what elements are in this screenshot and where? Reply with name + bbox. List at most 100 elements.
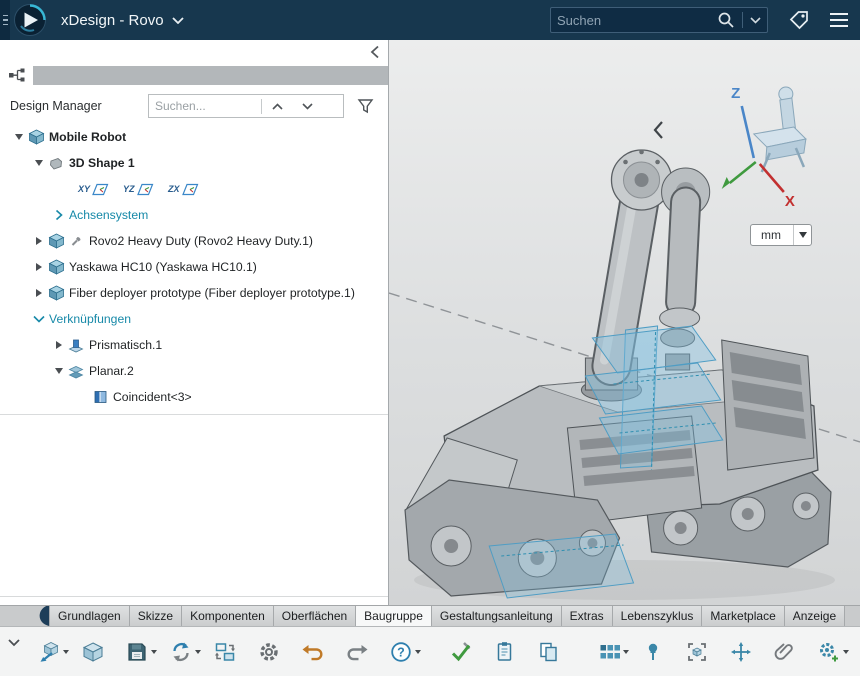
tab-anzeige[interactable]: Anzeige bbox=[785, 606, 845, 626]
tree-item-label: Fiber deployer prototype (Fiber deployer… bbox=[69, 286, 355, 300]
search-icon[interactable] bbox=[717, 11, 735, 29]
tree-item-label: Mobile Robot bbox=[49, 130, 126, 144]
replace-component-button[interactable] bbox=[206, 632, 244, 672]
new-component-button[interactable] bbox=[74, 632, 112, 672]
plane-zx[interactable]: ZX bbox=[168, 183, 213, 196]
undo-button[interactable] bbox=[294, 632, 332, 672]
tab-baugruppe[interactable]: Baugruppe bbox=[356, 606, 432, 626]
component-cube-icon bbox=[81, 640, 105, 664]
plane-yz[interactable]: YZ bbox=[123, 183, 168, 196]
copy-button[interactable] bbox=[530, 632, 568, 672]
product-icon bbox=[46, 233, 66, 249]
tree-item-3d-shape[interactable]: 3D Shape 1 bbox=[0, 150, 388, 176]
help-icon: ? bbox=[389, 640, 413, 664]
plane-xy[interactable]: XY bbox=[78, 183, 123, 196]
tree-item-mobile-robot[interactable]: Mobile Robot bbox=[0, 124, 388, 150]
settings-button[interactable] bbox=[250, 632, 288, 672]
tab-marketplace[interactable]: Marketplace bbox=[702, 606, 784, 626]
tree-search bbox=[148, 94, 344, 118]
validate-button[interactable] bbox=[442, 632, 480, 672]
tag-icon[interactable] bbox=[788, 9, 810, 31]
sync-arrows-icon bbox=[169, 640, 193, 664]
3d-scene[interactable]: Z X bbox=[389, 40, 860, 605]
tree-view-icon[interactable] bbox=[8, 67, 26, 83]
gear-plus-icon bbox=[817, 640, 841, 664]
panel-title: Design Manager bbox=[10, 99, 102, 113]
chevron-right-icon[interactable] bbox=[52, 209, 66, 221]
redo-arrow-icon bbox=[345, 640, 369, 664]
product-icon bbox=[46, 259, 66, 275]
redo-button[interactable] bbox=[338, 632, 376, 672]
global-search-input[interactable] bbox=[557, 13, 717, 28]
filter-icon[interactable] bbox=[352, 94, 378, 118]
paperclip-icon bbox=[773, 640, 797, 664]
plane-label: YZ bbox=[123, 184, 135, 194]
tree-item-fiber-deployer[interactable]: Fiber deployer prototype (Fiber deployer… bbox=[0, 280, 388, 306]
action-toolbar: ? bbox=[0, 626, 860, 676]
tab-skizze[interactable]: Skizze bbox=[130, 606, 182, 626]
tree-item-yaskawa[interactable]: Yaskawa HC10 (Yaskawa HC10.1) bbox=[0, 254, 388, 280]
expander-icon[interactable] bbox=[32, 160, 46, 166]
expander-icon[interactable] bbox=[52, 341, 66, 349]
tab-komponenten[interactable]: Komponenten bbox=[182, 606, 274, 626]
tab-oberflaechen[interactable]: Oberflächen bbox=[274, 606, 356, 626]
coincident-mate-icon bbox=[90, 390, 110, 404]
expander-icon[interactable] bbox=[12, 134, 26, 140]
expander-icon[interactable] bbox=[52, 368, 66, 374]
paste-button[interactable] bbox=[486, 632, 524, 672]
tree-item-label: Rovo2 Heavy Duty (Rovo2 Heavy Duty.1) bbox=[89, 234, 313, 248]
tree-item-prismatisch[interactable]: Prismatisch.1 bbox=[0, 332, 388, 358]
search-prev-button[interactable] bbox=[262, 95, 292, 117]
tree-item-coincident[interactable]: Coincident<3> bbox=[0, 384, 388, 410]
units-value: mm bbox=[751, 228, 793, 242]
tab-extras[interactable]: Extras bbox=[562, 606, 613, 626]
menu-icon[interactable] bbox=[830, 13, 848, 28]
fix-component-button[interactable] bbox=[634, 632, 672, 672]
help-button[interactable]: ? bbox=[382, 632, 420, 672]
panel-header: Design Manager bbox=[0, 88, 388, 124]
panel-toolbar-bar bbox=[33, 66, 388, 85]
tree-item-rovo2[interactable]: Rovo2 Heavy Duty (Rovo2 Heavy Duty.1) bbox=[0, 228, 388, 254]
move-component-button[interactable] bbox=[722, 632, 760, 672]
viewport-collapse-icon[interactable] bbox=[652, 120, 665, 140]
pattern-button[interactable] bbox=[590, 632, 628, 672]
app-title-menu[interactable]: xDesign - Rovo bbox=[61, 12, 184, 29]
mechanisms-button[interactable] bbox=[810, 632, 848, 672]
panel-toolbar bbox=[0, 62, 388, 88]
chevron-down-icon bbox=[172, 17, 184, 24]
toolbar-collapse-icon[interactable] bbox=[4, 632, 24, 672]
expander-icon[interactable] bbox=[32, 289, 46, 297]
units-caret-icon bbox=[793, 225, 811, 245]
isolate-component-button[interactable] bbox=[678, 632, 716, 672]
save-button[interactable] bbox=[118, 632, 156, 672]
dock-handle-icon[interactable] bbox=[0, 0, 10, 40]
axis-z-label[interactable]: Z bbox=[731, 85, 740, 102]
panel-collapse-icon[interactable] bbox=[370, 45, 380, 59]
tab-grundlagen[interactable]: Grundlagen bbox=[49, 606, 130, 626]
chevron-down-icon[interactable] bbox=[32, 315, 46, 323]
attach-button[interactable] bbox=[766, 632, 804, 672]
global-search bbox=[550, 7, 768, 33]
expander-icon[interactable] bbox=[32, 237, 46, 245]
insert-component-button[interactable] bbox=[30, 632, 68, 672]
tree-item-planar[interactable]: Planar.2 bbox=[0, 358, 388, 384]
product-icon bbox=[26, 129, 46, 145]
check-pencil-icon bbox=[449, 640, 473, 664]
update-button[interactable] bbox=[162, 632, 200, 672]
axis-x-label[interactable]: X bbox=[785, 193, 795, 210]
tree-search-input[interactable] bbox=[149, 99, 261, 113]
view-triad[interactable]: Z X bbox=[722, 85, 806, 210]
search-next-button[interactable] bbox=[292, 95, 322, 117]
expander-icon[interactable] bbox=[32, 263, 46, 271]
tree-item-verknuepfungen[interactable]: Verknüpfungen bbox=[0, 306, 388, 332]
units-dropdown[interactable]: mm bbox=[750, 224, 812, 246]
search-options-chevron-icon[interactable] bbox=[750, 17, 761, 24]
tab-gestaltungsanleitung[interactable]: Gestaltungsanleitung bbox=[432, 606, 562, 626]
gear-icon bbox=[257, 640, 281, 664]
tab-lebenszyklus[interactable]: Lebenszyklus bbox=[613, 606, 703, 626]
prismatic-mate-icon bbox=[66, 338, 86, 353]
plane-icon bbox=[92, 183, 109, 196]
3d-viewport[interactable]: Z X mm bbox=[389, 40, 860, 605]
tree-item-achsensystem[interactable]: Achsensystem bbox=[0, 202, 388, 228]
compass-icon[interactable] bbox=[13, 3, 47, 37]
